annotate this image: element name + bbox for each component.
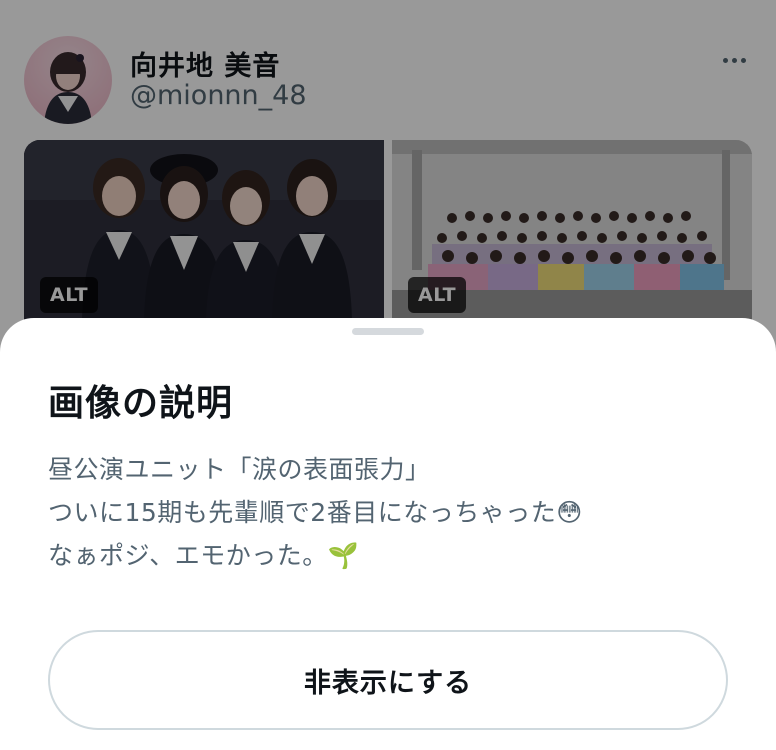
description-line: なぁポジ、エモかった。🌱 xyxy=(48,541,360,570)
sheet-grabber-handle[interactable] xyxy=(352,328,424,335)
sheet-title: 画像の説明 xyxy=(48,383,234,424)
screen: 向井地 美音 @mionnn_48 ALT ALT 画像の説明 昼公演ユニット「… xyxy=(0,0,776,750)
image-description-sheet: 画像の説明 昼公演ユニット「涙の表面張力」 ついに15期も先輩順で2番目になっち… xyxy=(0,318,776,750)
description-line: ついに15期も先輩順で2番目になっちゃった😳 xyxy=(48,498,583,527)
hide-button[interactable]: 非表示にする xyxy=(48,630,728,730)
description-line: 昼公演ユニット「涙の表面張力」 xyxy=(48,455,431,484)
image-description: 昼公演ユニット「涙の表面張力」 ついに15期も先輩順で2番目になっちゃった😳 な… xyxy=(48,448,748,577)
